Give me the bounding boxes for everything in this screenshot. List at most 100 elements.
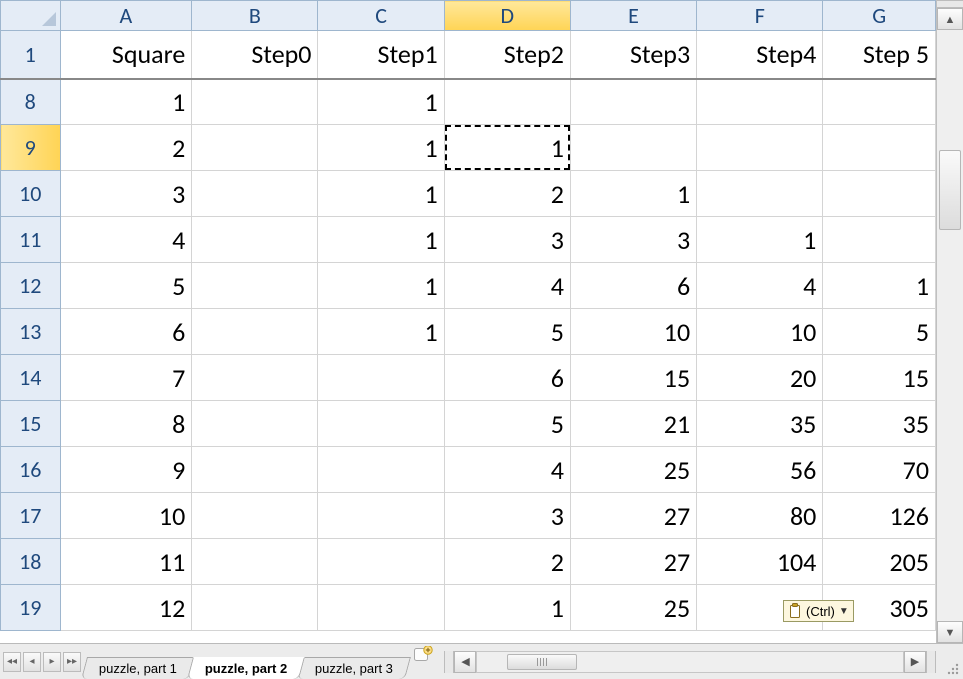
cell[interactable]: 4 — [697, 263, 823, 309]
cell[interactable]: 1 — [318, 217, 444, 263]
vertical-scrollbar[interactable]: ▲ ▼ — [936, 0, 963, 643]
column-header[interactable]: C — [318, 1, 444, 31]
cell[interactable]: 1 — [318, 171, 444, 217]
column-header[interactable]: B — [192, 1, 318, 31]
row-header[interactable]: 10 — [1, 171, 61, 217]
cell[interactable]: 1 — [318, 263, 444, 309]
cell[interactable] — [192, 401, 318, 447]
column-header[interactable]: D — [444, 1, 570, 31]
window-resize-grip[interactable] — [936, 644, 963, 679]
cell[interactable] — [444, 79, 570, 125]
cell[interactable]: 27 — [570, 493, 696, 539]
vscroll-track[interactable] — [937, 30, 963, 621]
paste-options-button[interactable]: (Ctrl) ▼ — [783, 600, 854, 622]
cell[interactable]: 10 — [60, 493, 192, 539]
hscroll-track[interactable] — [476, 651, 904, 673]
cell[interactable]: 1 — [697, 217, 823, 263]
cell[interactable]: 1 — [60, 79, 192, 125]
cell[interactable]: 5 — [823, 309, 936, 355]
cell[interactable]: 6 — [444, 355, 570, 401]
column-header[interactable]: A — [60, 1, 192, 31]
tab-nav-last[interactable]: ▸▸ — [63, 652, 81, 672]
cell[interactable]: 12 — [60, 585, 192, 631]
tab-nav-first[interactable]: ◂◂ — [3, 652, 21, 672]
cell[interactable] — [192, 493, 318, 539]
cell[interactable]: 2 — [444, 539, 570, 585]
cell[interactable]: 4 — [60, 217, 192, 263]
cell-header[interactable]: Step 5 — [823, 31, 936, 79]
cell[interactable]: 11 — [60, 539, 192, 585]
cell[interactable] — [823, 171, 936, 217]
row-header[interactable]: 1 — [1, 31, 61, 79]
cell[interactable]: 4 — [444, 447, 570, 493]
cell[interactable] — [318, 539, 444, 585]
hscroll-thumb[interactable] — [507, 654, 577, 670]
sheet-tab[interactable]: puzzle, part 2 — [187, 657, 305, 679]
cell[interactable] — [318, 401, 444, 447]
cell[interactable]: 10 — [697, 309, 823, 355]
cell[interactable]: 1 — [444, 585, 570, 631]
cell[interactable]: 8 — [60, 401, 192, 447]
cell[interactable]: 5 — [444, 401, 570, 447]
horizontal-scrollbar[interactable]: ◀ ▶ — [444, 644, 936, 679]
cell[interactable] — [192, 539, 318, 585]
new-sheet-button[interactable] — [412, 644, 436, 664]
cell[interactable] — [192, 125, 318, 171]
cell[interactable] — [823, 79, 936, 125]
tab-split-handle[interactable] — [444, 651, 454, 673]
scroll-right-button[interactable]: ▶ — [904, 651, 926, 673]
cell[interactable]: 5 — [60, 263, 192, 309]
cell-header[interactable]: Step1 — [318, 31, 444, 79]
cell[interactable] — [318, 447, 444, 493]
cell[interactable] — [192, 171, 318, 217]
cell[interactable] — [697, 79, 823, 125]
tab-nav-next[interactable]: ▸ — [43, 652, 61, 672]
cell[interactable] — [192, 585, 318, 631]
cell[interactable]: 3 — [60, 171, 192, 217]
cell[interactable] — [697, 171, 823, 217]
cell[interactable]: 3 — [444, 217, 570, 263]
cell[interactable] — [318, 493, 444, 539]
cell[interactable]: 1 — [318, 79, 444, 125]
cell[interactable]: 6 — [60, 309, 192, 355]
cell[interactable]: 10 — [570, 309, 696, 355]
cell[interactable]: 126 — [823, 493, 936, 539]
sheet-tab[interactable]: puzzle, part 3 — [297, 657, 411, 679]
row-header[interactable]: 19 — [1, 585, 61, 631]
cell[interactable]: 35 — [697, 401, 823, 447]
tab-nav-prev[interactable]: ◂ — [23, 652, 41, 672]
cell[interactable]: 3 — [570, 217, 696, 263]
column-header[interactable]: F — [697, 1, 823, 31]
cell[interactable]: 27 — [570, 539, 696, 585]
row-header[interactable]: 17 — [1, 493, 61, 539]
cell[interactable]: 25 — [570, 447, 696, 493]
hsplit-handle[interactable] — [926, 651, 936, 673]
cell[interactable]: 25 — [570, 585, 696, 631]
cell[interactable] — [823, 217, 936, 263]
cell[interactable]: 15 — [570, 355, 696, 401]
row-header[interactable]: 18 — [1, 539, 61, 585]
cell-header[interactable]: Step2 — [444, 31, 570, 79]
cell[interactable]: 70 — [823, 447, 936, 493]
row-header[interactable]: 9 — [1, 125, 61, 171]
scroll-left-button[interactable]: ◀ — [454, 651, 476, 673]
cell[interactable]: 80 — [697, 493, 823, 539]
cell[interactable] — [697, 125, 823, 171]
cell[interactable]: 3 — [444, 493, 570, 539]
cell-header[interactable]: Square — [60, 31, 192, 79]
cell[interactable]: 20 — [697, 355, 823, 401]
cell[interactable] — [570, 125, 696, 171]
cell[interactable]: 1 — [318, 125, 444, 171]
cell[interactable]: 2 — [60, 125, 192, 171]
row-header[interactable]: 11 — [1, 217, 61, 263]
cell[interactable]: 4 — [444, 263, 570, 309]
select-all-corner[interactable] — [1, 1, 61, 31]
row-header[interactable]: 13 — [1, 309, 61, 355]
cell[interactable] — [192, 309, 318, 355]
cell[interactable]: 21 — [570, 401, 696, 447]
scroll-up-button[interactable]: ▲ — [937, 8, 963, 30]
cell[interactable]: 1 — [318, 309, 444, 355]
cell-active[interactable]: 1 — [444, 125, 570, 171]
cell[interactable] — [192, 263, 318, 309]
row-header[interactable]: 15 — [1, 401, 61, 447]
